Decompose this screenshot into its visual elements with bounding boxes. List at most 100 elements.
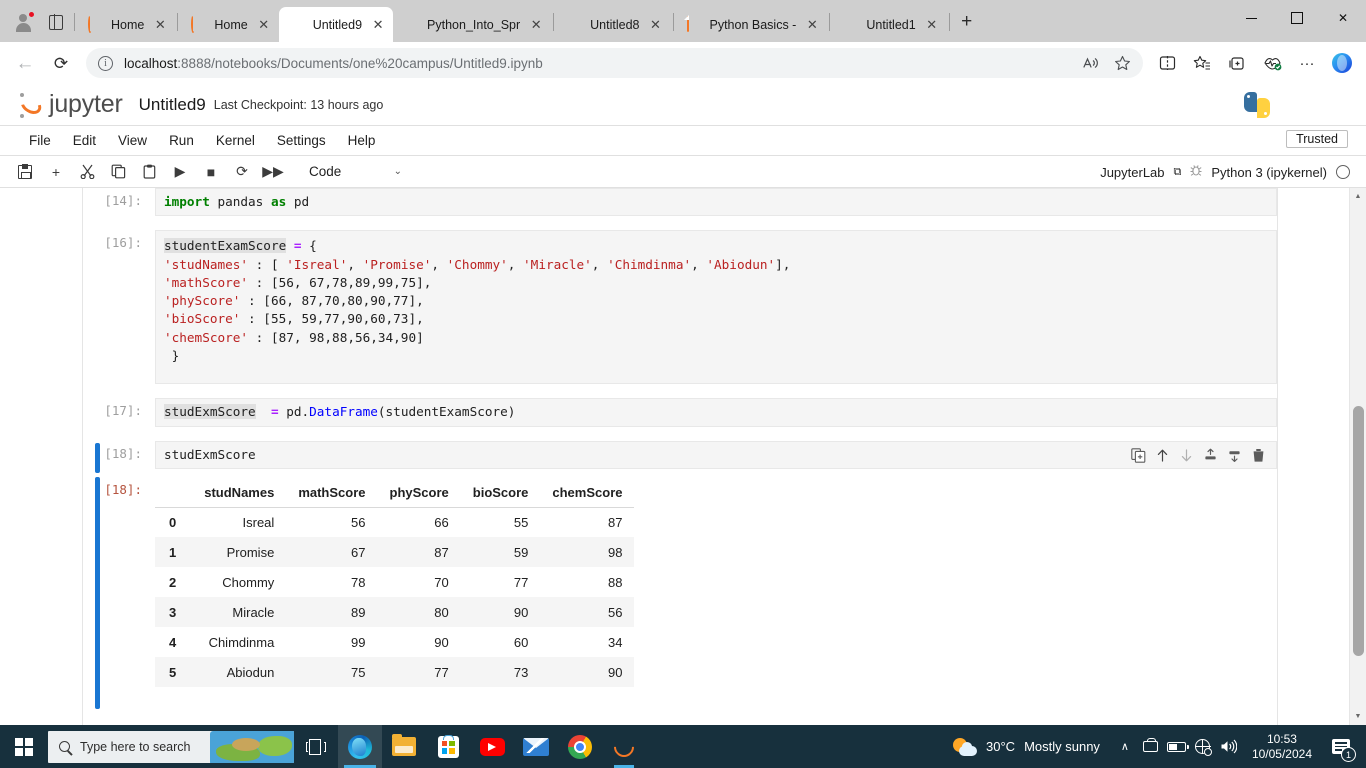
menu-settings[interactable]: Settings bbox=[266, 130, 337, 151]
volume-tray-button[interactable] bbox=[1216, 725, 1242, 768]
python-logo-icon bbox=[1244, 92, 1270, 118]
jupyter-spinner-icon bbox=[191, 14, 207, 33]
tab-close-icon[interactable]: ✕ bbox=[803, 16, 821, 34]
vertical-scrollbar[interactable]: ▲ ▼ bbox=[1349, 188, 1366, 725]
browser-tab-4[interactable]: Untitled8 ✕ bbox=[556, 7, 670, 42]
reload-button[interactable]: ⟳ bbox=[44, 47, 78, 79]
table-row: 3 Miracle 89 80 90 56 bbox=[155, 597, 635, 628]
tab-close-icon[interactable]: ✕ bbox=[151, 16, 169, 34]
scroll-up-arrow-icon[interactable]: ▲ bbox=[1350, 188, 1366, 205]
restart-kernel-button[interactable]: ⟳ bbox=[227, 159, 257, 185]
maximize-button[interactable] bbox=[1274, 0, 1320, 36]
browser-tab-5[interactable]: Python Basics - ✕ bbox=[676, 7, 828, 42]
menu-kernel[interactable]: Kernel bbox=[205, 130, 266, 151]
cell-physcore: 66 bbox=[434, 515, 449, 531]
browser-essentials-icon[interactable] bbox=[1256, 47, 1288, 79]
weather-widget[interactable]: 30°C Mostly sunny bbox=[941, 737, 1112, 757]
split-screen-icon[interactable] bbox=[1151, 47, 1183, 79]
task-view-button[interactable] bbox=[294, 725, 338, 768]
tab-close-icon[interactable]: ✕ bbox=[255, 16, 273, 34]
favorites-icon[interactable] bbox=[1186, 47, 1218, 79]
move-cell-up-icon[interactable] bbox=[1154, 447, 1171, 464]
paste-cell-button[interactable] bbox=[134, 159, 164, 185]
chevron-down-icon: ⌄ bbox=[393, 166, 402, 177]
insert-cell-above-icon[interactable] bbox=[1202, 447, 1219, 464]
tab-strip: Home ✕ Home ✕ Untitled9 ✕ Python_Into_Sp… bbox=[0, 0, 1366, 42]
battery-tray-button[interactable] bbox=[1164, 725, 1190, 768]
read-aloud-icon[interactable] bbox=[1075, 49, 1105, 77]
taskbar-file-explorer[interactable] bbox=[382, 725, 426, 768]
jupyterlab-link[interactable]: JupyterLab bbox=[1100, 165, 1164, 180]
scroll-down-arrow-icon[interactable]: ▼ bbox=[1350, 708, 1366, 725]
add-favorite-icon[interactable] bbox=[1107, 49, 1137, 77]
kernel-name-label[interactable]: Python 3 (ipykernel) bbox=[1211, 165, 1327, 180]
code-cell-17[interactable]: [17]: studExmScore = pd.DataFrame(studen… bbox=[83, 398, 1277, 427]
menu-help[interactable]: Help bbox=[337, 130, 387, 151]
taskbar-clock[interactable]: 10:53 10/05/2024 bbox=[1242, 732, 1322, 762]
code-cell-14[interactable]: [14]: import pandas as pd bbox=[83, 188, 1277, 217]
taskbar-mail[interactable] bbox=[514, 725, 558, 768]
interrupt-kernel-button[interactable]: ■ bbox=[196, 159, 226, 185]
delete-cell-icon[interactable] bbox=[1250, 447, 1267, 464]
code-cell-16[interactable]: [16]: studentExamScore = { 'studNames' :… bbox=[83, 230, 1277, 385]
cut-cell-button[interactable] bbox=[72, 159, 102, 185]
network-tray-button[interactable] bbox=[1190, 725, 1216, 768]
minimize-button[interactable] bbox=[1228, 0, 1274, 36]
start-button[interactable] bbox=[0, 725, 48, 768]
trusted-badge[interactable]: Trusted bbox=[1286, 130, 1348, 148]
tab-actions-button[interactable] bbox=[40, 5, 72, 39]
tab-close-icon[interactable]: ✕ bbox=[369, 16, 387, 34]
save-button[interactable] bbox=[10, 159, 40, 185]
menu-file[interactable]: File bbox=[18, 130, 62, 151]
cell-source-16[interactable]: studentExamScore = { 'studNames' : [ 'Is… bbox=[155, 230, 1277, 385]
taskbar-jupyter[interactable] bbox=[602, 725, 646, 768]
browser-tab-6[interactable]: Untitled1 ✕ bbox=[832, 7, 946, 42]
address-bar[interactable]: i localhost:8888/notebooks/Documents/one… bbox=[86, 48, 1143, 78]
code-cell-18[interactable]: [18]: studExmScore bbox=[83, 440, 1277, 473]
tab-close-icon[interactable]: ✕ bbox=[527, 16, 545, 34]
back-button[interactable]: ← bbox=[8, 47, 42, 79]
show-hidden-icons-button[interactable]: ∧ bbox=[1112, 725, 1138, 768]
notifications-button[interactable]: 1 bbox=[1322, 725, 1360, 768]
scissors-icon bbox=[80, 164, 94, 179]
insert-cell-button[interactable]: + bbox=[41, 159, 71, 185]
cell-source-18[interactable]: studExmScore bbox=[155, 440, 1277, 469]
cell-source-14[interactable]: import pandas as pd bbox=[155, 188, 1277, 217]
scrollbar-thumb[interactable] bbox=[1353, 406, 1364, 656]
cell-type-dropdown[interactable]: Code ⌄ bbox=[303, 160, 408, 184]
menu-view[interactable]: View bbox=[107, 130, 158, 151]
collections-icon[interactable] bbox=[1221, 47, 1253, 79]
browser-settings-more-icon[interactable]: ··· bbox=[1291, 47, 1323, 79]
jupyter-logo[interactable]: jupyter bbox=[17, 90, 123, 119]
bug-icon[interactable] bbox=[1190, 164, 1202, 180]
copy-cell-button[interactable] bbox=[103, 159, 133, 185]
taskbar-youtube[interactable] bbox=[470, 725, 514, 768]
external-link-icon[interactable]: ⧉ bbox=[1174, 166, 1182, 179]
taskbar-search[interactable]: Type here to search bbox=[48, 730, 294, 763]
browser-tab-0[interactable]: Home ✕ bbox=[77, 7, 175, 42]
notebook-title[interactable]: Untitled9 bbox=[139, 95, 206, 115]
site-info-icon[interactable]: i bbox=[98, 55, 113, 71]
run-cell-button[interactable]: ▶ bbox=[165, 159, 195, 185]
restart-and-run-all-button[interactable]: ▶▶ bbox=[258, 159, 288, 185]
profile-button[interactable] bbox=[6, 5, 40, 39]
copilot-button[interactable] bbox=[1326, 47, 1358, 79]
taskbar-microsoft-edge[interactable] bbox=[338, 725, 382, 768]
camera-tray-button[interactable] bbox=[1138, 725, 1164, 768]
tab-close-icon[interactable]: ✕ bbox=[647, 16, 665, 34]
taskbar-microsoft-store[interactable] bbox=[426, 725, 470, 768]
close-window-button[interactable]: ✕ bbox=[1320, 0, 1366, 36]
new-tab-button[interactable]: + bbox=[952, 7, 982, 37]
browser-tab-3[interactable]: Python_Into_Spr ✕ bbox=[393, 7, 551, 42]
browser-tab-1[interactable]: Home ✕ bbox=[180, 7, 278, 42]
tab-label: Home bbox=[111, 17, 145, 32]
cell-source-17[interactable]: studExmScore = pd.DataFrame(studentExamS… bbox=[155, 398, 1277, 427]
menu-run[interactable]: Run bbox=[158, 130, 205, 151]
taskbar-google-chrome[interactable] bbox=[558, 725, 602, 768]
insert-cell-below-icon[interactable] bbox=[1226, 447, 1243, 464]
tab-close-icon[interactable]: ✕ bbox=[923, 16, 941, 34]
duplicate-cell-icon[interactable] bbox=[1130, 447, 1147, 464]
menu-edit[interactable]: Edit bbox=[62, 130, 107, 151]
move-cell-down-icon[interactable] bbox=[1178, 447, 1195, 464]
browser-tab-2-active[interactable]: Untitled9 ✕ bbox=[278, 7, 394, 42]
